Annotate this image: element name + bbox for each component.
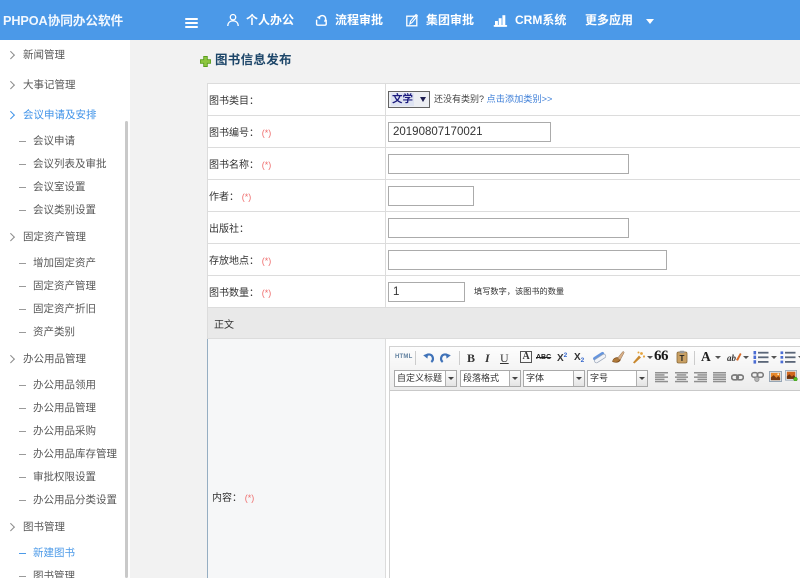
svg-text:ab: ab — [727, 353, 737, 363]
svg-text:T: T — [680, 354, 685, 363]
